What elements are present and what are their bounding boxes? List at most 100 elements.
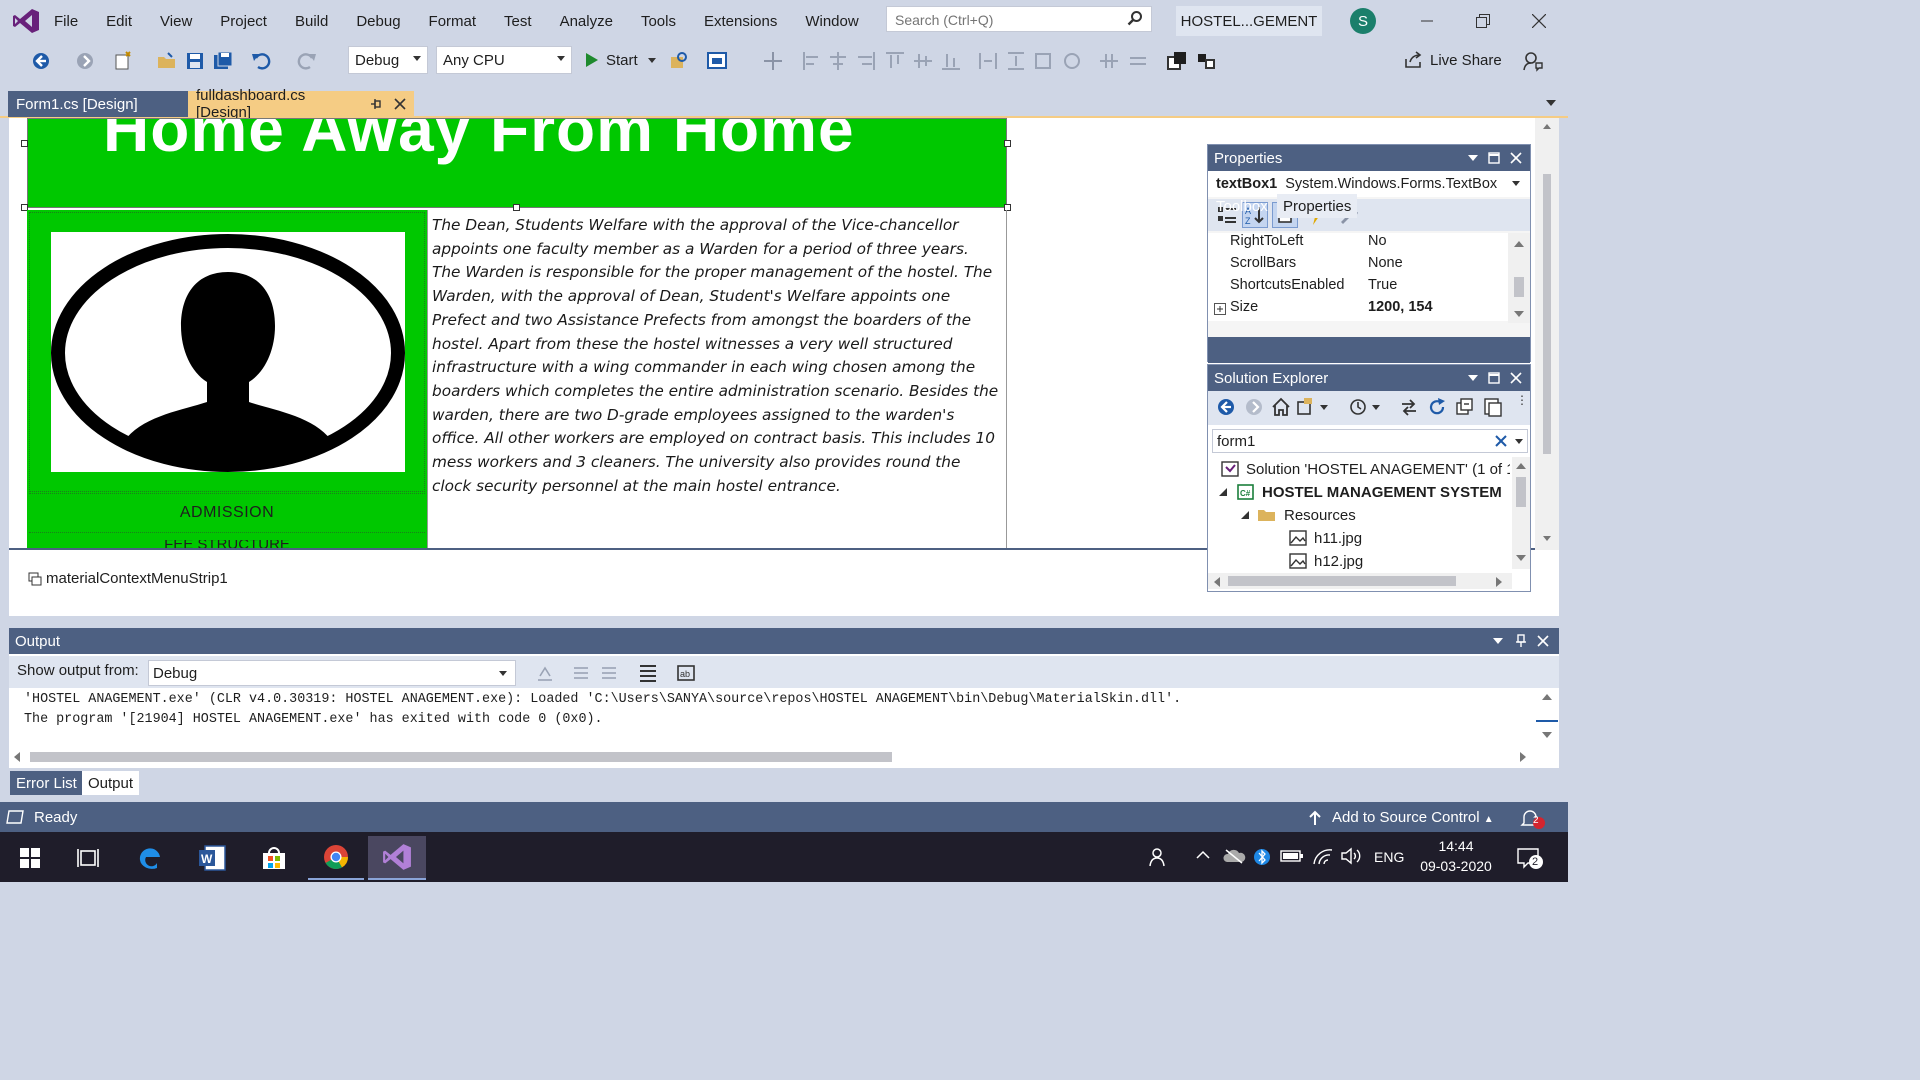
visual-studio-taskbar-icon[interactable]: [368, 836, 426, 880]
tab-form1-design[interactable]: Form1.cs [Design]: [8, 91, 188, 117]
scroll-thumb[interactable]: [1514, 277, 1524, 297]
profile-picture-box[interactable]: [51, 232, 405, 472]
menu-format[interactable]: Format: [415, 13, 491, 30]
scroll-left-icon[interactable]: [14, 752, 20, 762]
scroll-thumb[interactable]: [1543, 174, 1551, 454]
tree-vertical-scrollbar[interactable]: [1512, 457, 1530, 569]
task-view-icon[interactable]: [60, 836, 116, 880]
onedrive-icon[interactable]: [1222, 848, 1246, 864]
new-project-icon[interactable]: [112, 50, 134, 72]
open-file-icon[interactable]: [156, 50, 178, 72]
wifi-icon[interactable]: [1312, 846, 1334, 866]
refresh-icon[interactable]: [1426, 396, 1448, 418]
designer-vertical-scrollbar[interactable]: [1535, 118, 1559, 550]
menu-debug[interactable]: Debug: [342, 13, 414, 30]
scroll-down-icon[interactable]: [1542, 732, 1552, 738]
scroll-up-icon[interactable]: [1516, 463, 1526, 469]
expanded-arrow-icon[interactable]: [1218, 487, 1228, 497]
switch-views-icon[interactable]: [1296, 396, 1330, 418]
menu-project[interactable]: Project: [206, 13, 281, 30]
close-window-button[interactable]: [1516, 6, 1562, 36]
resize-handle[interactable]: [21, 140, 28, 147]
description-textbox[interactable]: The Dean, Students Welfare with the appr…: [427, 210, 1007, 548]
search-input[interactable]: [893, 8, 1117, 32]
scroll-right-icon[interactable]: [1496, 577, 1502, 587]
minimize-button[interactable]: [1404, 6, 1450, 36]
property-row-righttoleft[interactable]: RightToLeft No: [1208, 233, 1508, 255]
scroll-down-icon[interactable]: [1543, 536, 1551, 541]
add-to-source-control-button[interactable]: Add to Source Control ▲: [1332, 809, 1494, 826]
menu-test[interactable]: Test: [490, 13, 546, 30]
maximize-panel-icon[interactable]: [1488, 152, 1500, 164]
send-to-back-icon[interactable]: [1196, 50, 1218, 72]
navigate-forward-icon[interactable]: [74, 50, 96, 72]
pin-icon[interactable]: [370, 98, 382, 110]
menu-analyze[interactable]: Analyze: [546, 13, 627, 30]
live-share-button[interactable]: Live Share: [1404, 46, 1502, 74]
menu-view[interactable]: View: [146, 13, 206, 30]
property-row-scrollbars[interactable]: ScrollBars None: [1208, 255, 1508, 277]
bluetooth-icon[interactable]: [1254, 846, 1270, 868]
chevron-down-icon[interactable]: [647, 57, 656, 63]
expanded-arrow-icon[interactable]: [1240, 510, 1250, 520]
property-value[interactable]: None: [1362, 255, 1403, 277]
tree-item-solution[interactable]: Solution 'HOSTEL ANAGEMENT' (1 of 1 p: [1220, 460, 1510, 478]
output-source-dropdown[interactable]: Debug: [148, 660, 516, 686]
taskbar-clock[interactable]: 14:44 09-03-2020: [1404, 836, 1508, 876]
find-in-files-icon[interactable]: [668, 50, 690, 72]
language-indicator[interactable]: ENG: [1374, 849, 1404, 865]
menu-edit[interactable]: Edit: [92, 13, 146, 30]
menu-file[interactable]: File: [40, 13, 92, 30]
tab-properties[interactable]: Properties: [1277, 194, 1358, 218]
scroll-up-icon[interactable]: [1542, 694, 1552, 700]
align-to-grid-icon[interactable]: [762, 50, 784, 72]
close-panel-icon[interactable]: [1510, 372, 1522, 384]
project-name-badge[interactable]: HOSTEL...GEMENT: [1176, 6, 1322, 36]
navigate-back-icon[interactable]: [30, 50, 52, 72]
visual-studio-logo-icon[interactable]: [12, 7, 40, 35]
fee-structure-button[interactable]: FEE STRUCTURE: [27, 540, 427, 548]
search-box[interactable]: [886, 6, 1152, 32]
output-horizontal-scroll-thumb[interactable]: [30, 752, 892, 762]
clear-search-icon[interactable]: [1495, 435, 1507, 447]
close-panel-icon[interactable]: [1510, 152, 1522, 164]
chrome-icon[interactable]: [308, 836, 364, 880]
menu-build[interactable]: Build: [281, 13, 342, 30]
search-options-dropdown-icon[interactable]: [1515, 439, 1523, 444]
redo-icon[interactable]: [296, 50, 318, 72]
expand-icon[interactable]: [1214, 303, 1226, 315]
scroll-down-icon[interactable]: [1516, 555, 1526, 561]
menu-extensions[interactable]: Extensions: [690, 13, 791, 30]
show-all-files-icon[interactable]: [1482, 396, 1504, 418]
properties-scrollbar[interactable]: [1508, 233, 1530, 323]
tree-horizontal-scrollbar[interactable]: [1208, 573, 1512, 589]
tab-output[interactable]: Output: [82, 771, 140, 795]
volume-icon[interactable]: [1340, 846, 1362, 866]
scroll-thumb[interactable]: [1516, 477, 1526, 507]
tree-item-file[interactable]: h12.jpg: [1288, 552, 1363, 570]
resize-handle[interactable]: [1004, 140, 1011, 147]
auto-hide-pin-icon[interactable]: [1515, 634, 1527, 648]
scroll-up-icon[interactable]: [1514, 241, 1524, 247]
tree-item-resources-folder[interactable]: Resources: [1240, 506, 1356, 524]
solution-search-input[interactable]: form1: [1217, 433, 1255, 450]
maximize-panel-icon[interactable]: [1488, 372, 1500, 384]
scroll-left-icon[interactable]: [1214, 577, 1220, 587]
context-menu-strip-component[interactable]: materialContextMenuStrip1: [28, 570, 228, 587]
bring-to-front-icon[interactable]: [1166, 50, 1188, 72]
close-panel-icon[interactable]: [1537, 635, 1549, 647]
close-tab-icon[interactable]: [394, 98, 406, 110]
menu-window[interactable]: Window: [791, 13, 872, 30]
window-position-dropdown-icon[interactable]: [1468, 154, 1478, 162]
solution-platform-dropdown[interactable]: Any CPU: [436, 46, 572, 74]
property-row-shortcutsenabled[interactable]: ShortcutsEnabled True: [1208, 277, 1508, 299]
tab-error-list[interactable]: Error List: [10, 771, 83, 795]
window-position-dropdown-icon[interactable]: [1493, 637, 1503, 645]
feedback-icon[interactable]: [1522, 50, 1544, 72]
windows-start-icon[interactable]: [2, 836, 58, 880]
forward-icon[interactable]: [1244, 397, 1264, 417]
action-center-icon[interactable]: [1516, 846, 1544, 870]
save-icon[interactable]: [184, 50, 206, 72]
menu-tools[interactable]: Tools: [627, 13, 690, 30]
output-log[interactable]: 'HOSTEL ANAGEMENT.exe' (CLR v4.0.30319: …: [24, 690, 1181, 730]
